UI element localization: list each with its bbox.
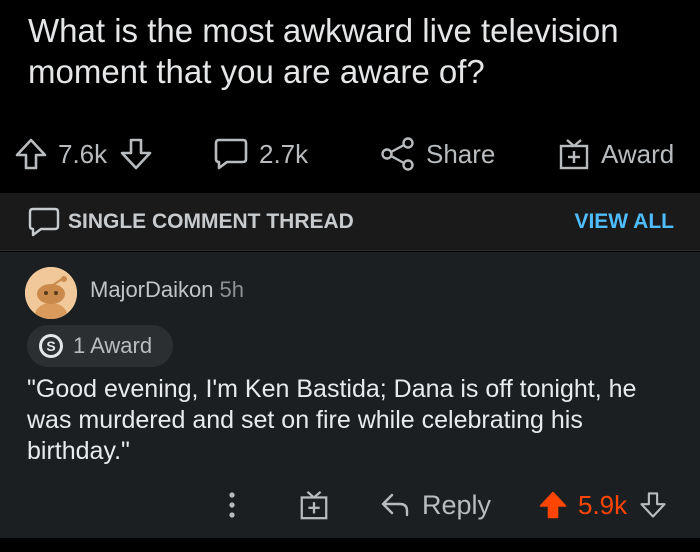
post-title: What is the most awkward live television… bbox=[28, 12, 619, 90]
bottom-edge bbox=[0, 538, 700, 552]
award-coin-letter: S bbox=[42, 337, 60, 355]
more-dots-icon bbox=[229, 492, 235, 518]
single-comment-thread-bar: SINGLE COMMENT THREAD VIEW ALL bbox=[0, 193, 700, 251]
award-badge[interactable]: S 1 Award bbox=[27, 325, 173, 367]
username[interactable]: MajorDaikon bbox=[90, 277, 214, 302]
gift-icon bbox=[559, 139, 589, 170]
reply-button[interactable]: Reply bbox=[380, 480, 491, 530]
share-icon bbox=[381, 137, 414, 171]
comment-bubble-icon bbox=[214, 138, 248, 170]
view-all-link[interactable]: VIEW ALL bbox=[574, 193, 674, 251]
downvote-arrow-icon[interactable] bbox=[639, 490, 667, 520]
share-button[interactable]: Share bbox=[380, 128, 495, 180]
comment-vote-group: 5.9k bbox=[538, 480, 667, 530]
comment-body: "Good evening, I'm Ken Bastida; Dana is … bbox=[27, 375, 637, 465]
comment-count: 2.7k bbox=[259, 138, 309, 169]
comment-action-bar: Reply 5.9k bbox=[0, 480, 700, 530]
comment-score: 5.9k bbox=[578, 489, 628, 520]
comment-award-button[interactable] bbox=[298, 480, 330, 530]
post-vote-group: 7.6k bbox=[14, 128, 153, 180]
comment-timestamp: 5h bbox=[219, 277, 244, 302]
post-action-bar: 7.6k 2.7k Share Award bbox=[0, 128, 700, 180]
upvote-arrow-icon[interactable] bbox=[538, 490, 568, 520]
award-button[interactable]: Award bbox=[557, 128, 674, 180]
upvote-arrow-icon[interactable] bbox=[14, 137, 48, 171]
snoo-avatar[interactable] bbox=[25, 267, 77, 319]
post-upvote-count: 7.6k bbox=[58, 138, 108, 169]
comments-button[interactable]: 2.7k bbox=[213, 128, 308, 180]
reply-arrow-icon bbox=[381, 493, 409, 517]
thread-label: SINGLE COMMENT THREAD bbox=[68, 210, 354, 233]
comment-card: MajorDaikon 5h S 1 Award "Good evening, I… bbox=[0, 252, 700, 538]
thread-label-group: SINGLE COMMENT THREAD bbox=[28, 193, 354, 251]
award-count: 1 Award bbox=[73, 333, 153, 358]
post-header: What is the most awkward live television… bbox=[0, 0, 700, 193]
award-label: Award bbox=[601, 138, 675, 169]
gift-icon bbox=[300, 490, 328, 520]
more-options-button[interactable] bbox=[222, 480, 242, 530]
share-label: Share bbox=[426, 138, 496, 169]
comment-bubble-icon bbox=[28, 207, 60, 237]
reply-label: Reply bbox=[422, 489, 492, 520]
downvote-arrow-icon[interactable] bbox=[119, 137, 153, 171]
comment-author[interactable]: MajorDaikon 5h bbox=[90, 277, 244, 303]
award-coin-icon: S bbox=[39, 334, 63, 358]
